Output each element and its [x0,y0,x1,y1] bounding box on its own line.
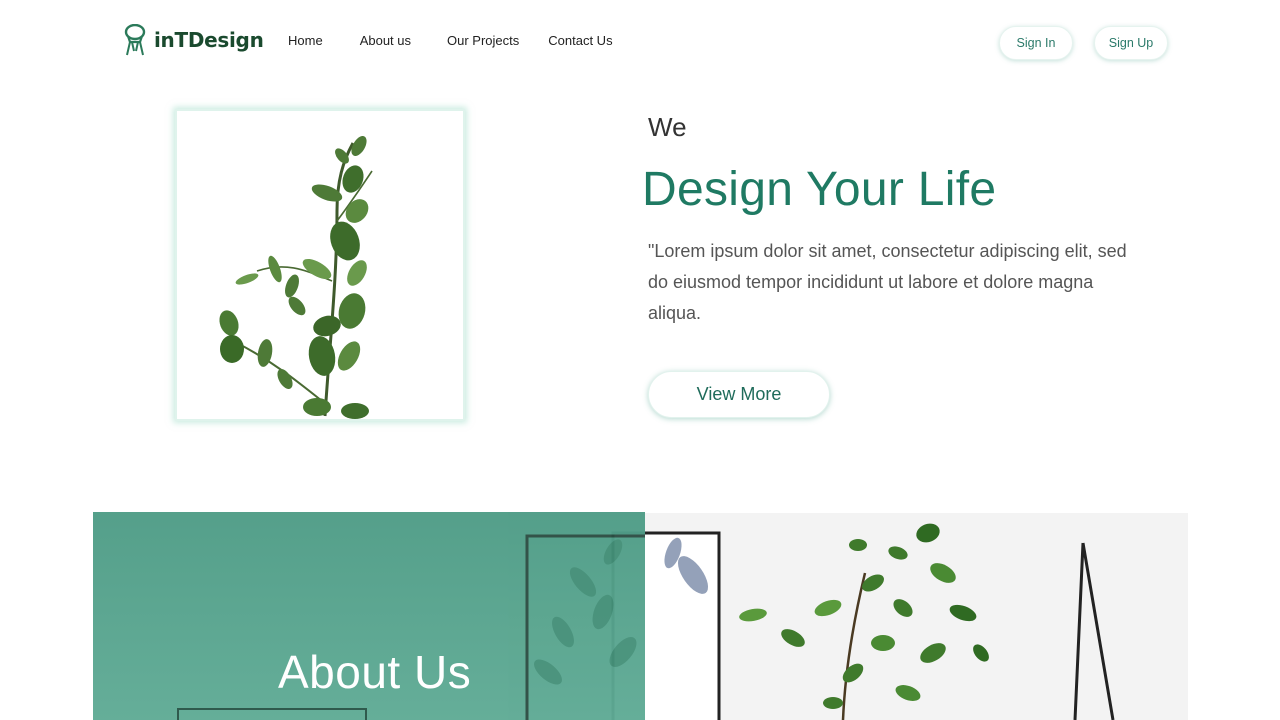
sign-in-button[interactable]: Sign In [999,26,1073,60]
view-more-button[interactable]: View More [648,371,830,418]
chair-icon [124,24,146,56]
about-us-heading: About Us [278,646,472,698]
brand-name: inTDesign [154,28,264,52]
nav-link-contact[interactable]: Contact Us [548,33,612,48]
about-outline-box [177,708,367,720]
sign-up-button[interactable]: Sign Up [1094,26,1168,60]
hero-image-frame [175,109,465,421]
hero-headline: Design Your Life [642,163,997,216]
nav-link-projects[interactable]: Our Projects [447,33,519,48]
eucalyptus-branch-photo [177,111,463,419]
brand-logo[interactable]: inTDesign [122,24,264,56]
top-navigation: inTDesign Home About us Our Projects Con… [0,0,1280,84]
hero-description: "Lorem ipsum dolor sit amet, consectetur… [648,241,1127,323]
hero-kicker: We [648,112,687,142]
nav-link-home[interactable]: Home [288,33,323,48]
main-menu: Home About us Our Projects Contact Us [288,33,650,48]
nav-link-about[interactable]: About us [360,33,411,48]
